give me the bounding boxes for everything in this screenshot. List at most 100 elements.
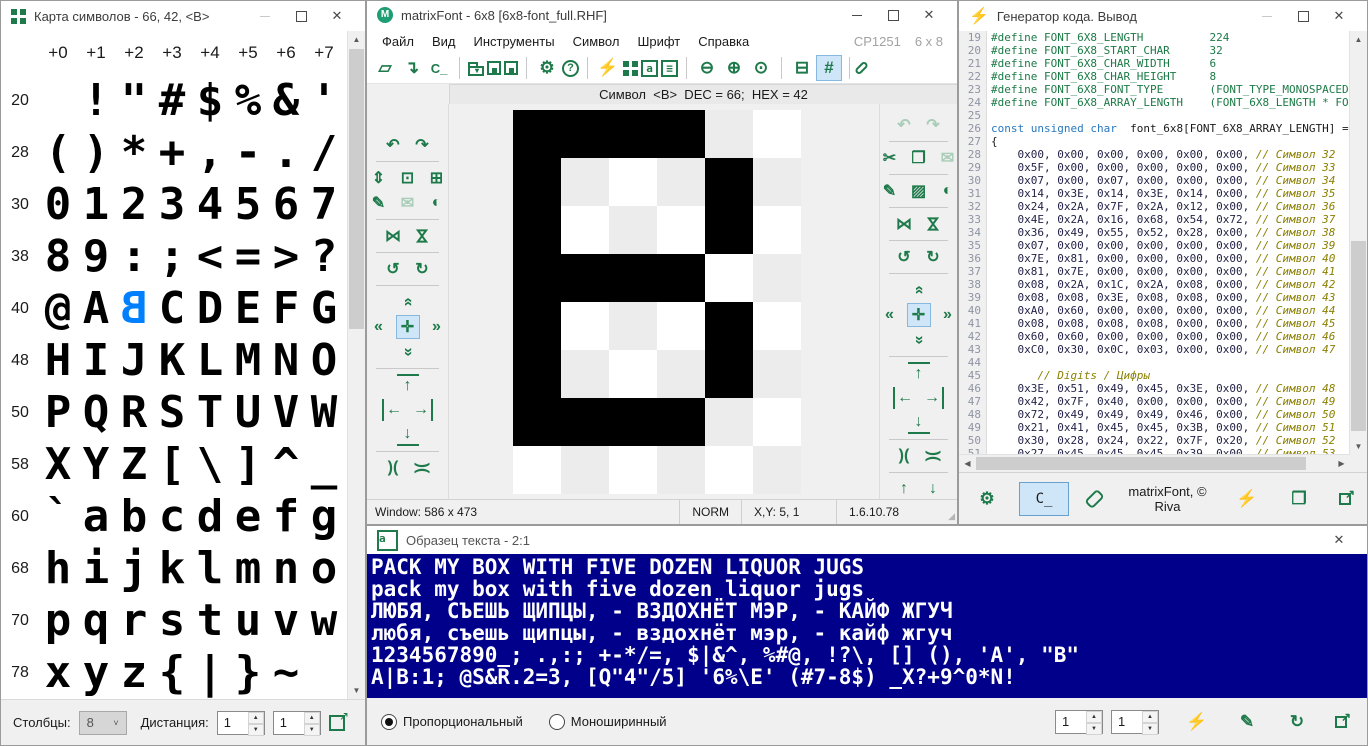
charmap-cell[interactable]: J	[115, 335, 153, 387]
pixel-cell[interactable]	[753, 254, 801, 302]
pixel-cell[interactable]	[705, 302, 753, 350]
charmap-cell[interactable]: 9	[77, 231, 115, 283]
charmap-cell[interactable]: 8	[39, 231, 77, 283]
distance-y-stepper[interactable]: 1 ▲▼	[273, 711, 321, 735]
line-spacing-icon[interactable]: ⇕	[368, 167, 390, 189]
pin-icon[interactable]	[854, 61, 869, 76]
mirror-horizontal-icon[interactable]: ⋈	[382, 225, 404, 247]
charmap-cell[interactable]: +	[153, 127, 191, 179]
pixel-cell[interactable]	[513, 158, 561, 206]
maximize-button[interactable]	[875, 0, 911, 30]
pixel-cell[interactable]	[753, 110, 801, 158]
menu-item-инструменты[interactable]: Инструменты	[465, 32, 564, 51]
shift-down-icon[interactable]: »	[397, 341, 419, 363]
charmap-cell[interactable]: V	[267, 387, 305, 439]
maximize-button[interactable]	[1285, 1, 1321, 31]
pixel-cell[interactable]	[561, 206, 609, 254]
charmap-cell[interactable]	[305, 647, 343, 699]
pixel-cell[interactable]	[705, 350, 753, 398]
new-font-icon[interactable]: ▱	[373, 56, 397, 80]
clear-icon[interactable]: ✎	[368, 192, 390, 214]
charmap-cell[interactable]: a	[77, 491, 115, 543]
preview-grid-icon[interactable]: ⊟	[790, 56, 814, 80]
distance-x-stepper[interactable]: 1 ▲▼	[217, 711, 265, 735]
code-c-icon[interactable]: C_	[427, 56, 451, 80]
charmap-cell[interactable]: 1	[77, 179, 115, 231]
scroll-down-icon[interactable]: ▼	[348, 682, 365, 699]
shift-right-icon[interactable]: »	[426, 316, 448, 338]
charmap-cell[interactable]: ^	[267, 439, 305, 491]
pixel-cell[interactable]	[753, 398, 801, 446]
charmap-cell[interactable]: }	[229, 647, 267, 699]
charmap-cell[interactable]: |	[191, 647, 229, 699]
export-image-icon[interactable]: ▨	[908, 180, 930, 202]
import-icon[interactable]: ↴	[400, 56, 424, 80]
pixel-cell[interactable]	[705, 254, 753, 302]
charmap-cell[interactable]: :	[115, 231, 153, 283]
pixel-cell[interactable]	[609, 206, 657, 254]
pixel-cell[interactable]	[513, 206, 561, 254]
redo-icon[interactable]: ↷	[411, 134, 433, 156]
charmap-cell[interactable]: >	[267, 231, 305, 283]
charmap-cell[interactable]: x	[39, 647, 77, 699]
collapse-width-icon[interactable]: )(	[382, 457, 404, 479]
charmap-cell[interactable]: o	[305, 543, 343, 595]
charmap-cell[interactable]: &	[267, 75, 305, 127]
pixel-cell[interactable]	[609, 158, 657, 206]
charmap-cell[interactable]: K	[153, 335, 191, 387]
charmap-cell[interactable]: c	[153, 491, 191, 543]
charmap-cell[interactable]: 5	[229, 179, 267, 231]
charmap-cell[interactable]: Q	[77, 387, 115, 439]
charmap-cell[interactable]: H	[39, 335, 77, 387]
zoom-reset-icon[interactable]: ⊙	[749, 56, 773, 80]
pixel-cell[interactable]	[561, 446, 609, 494]
charmap-cell[interactable]: C	[153, 283, 191, 335]
pixel-cell[interactable]	[753, 206, 801, 254]
charmap-cell[interactable]: %	[229, 75, 267, 127]
charmap-cell[interactable]: D	[191, 283, 229, 335]
collapse-height-icon[interactable]: )(	[411, 457, 433, 479]
charmap-cell[interactable]: L	[191, 335, 229, 387]
charmap-cell[interactable]: !	[77, 75, 115, 127]
scroll-down-icon[interactable]: ▼	[1350, 438, 1367, 455]
export-sample-icon[interactable]	[1335, 716, 1347, 728]
settings-gear-icon[interactable]: ⚙	[975, 487, 999, 511]
menu-item-символ[interactable]: Символ	[564, 32, 629, 51]
mirror-vertical-icon[interactable]: ⋈	[411, 225, 433, 247]
charmap-cell[interactable]: w	[305, 595, 343, 647]
maximize-button[interactable]	[283, 1, 319, 31]
charmap-cell[interactable]: G	[305, 283, 343, 335]
charmap-cell[interactable]: t	[191, 595, 229, 647]
pixel-cell[interactable]	[513, 398, 561, 446]
menu-item-справка[interactable]: Справка	[689, 32, 758, 51]
pixel-cell[interactable]	[657, 350, 705, 398]
close-button[interactable]: ✕	[1321, 525, 1357, 555]
charmap-cell[interactable]: "	[115, 75, 153, 127]
charmap-cell[interactable]: z	[115, 647, 153, 699]
pixel-cell[interactable]	[657, 158, 705, 206]
charmap-cell[interactable]: {	[153, 647, 191, 699]
pixel-cell[interactable]	[561, 350, 609, 398]
charmap-cell[interactable]: [	[153, 439, 191, 491]
charmap-cell[interactable]: =	[229, 231, 267, 283]
collapse-height-icon[interactable]: )(	[922, 445, 944, 467]
pixel-cell[interactable]	[753, 350, 801, 398]
pixel-cell[interactable]	[753, 158, 801, 206]
save-as-icon[interactable]	[504, 61, 518, 75]
rotate-left-icon[interactable]: ↺	[382, 258, 404, 280]
menu-item-файл[interactable]: Файл	[373, 32, 423, 51]
copy-output-icon[interactable]: ❐	[1287, 487, 1311, 511]
align-right-icon[interactable]: →	[922, 387, 944, 409]
minimize-button[interactable]	[1249, 1, 1285, 31]
chevron-down-icon[interactable]: ▾	[475, 66, 479, 75]
charmap-cell[interactable]: E	[229, 283, 267, 335]
charmap-cell[interactable]: ~	[267, 647, 305, 699]
pixel-cell[interactable]	[609, 110, 657, 158]
pixel-cell[interactable]	[513, 350, 561, 398]
pixel-cell[interactable]	[561, 158, 609, 206]
charmap-cell[interactable]: e	[229, 491, 267, 543]
charmap-cell[interactable]: *	[115, 127, 153, 179]
charmap-scrollbar[interactable]: ▲ ▼	[347, 31, 365, 699]
scroll-up-icon[interactable]: ▲	[1350, 31, 1367, 48]
charmap-cell[interactable]: $	[191, 75, 229, 127]
